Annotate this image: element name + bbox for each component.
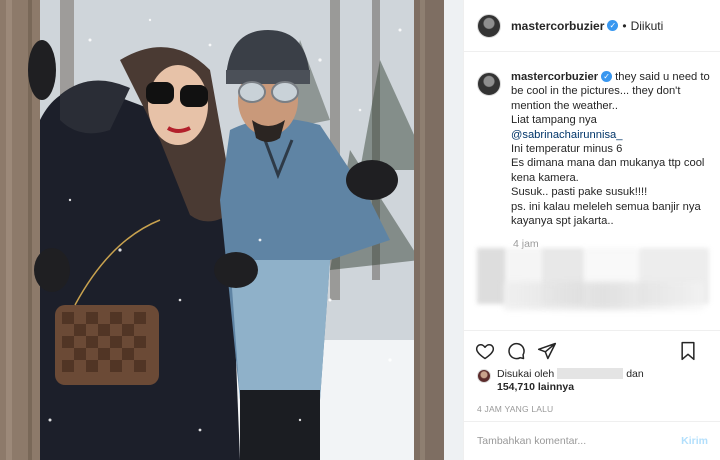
bookmark-icon[interactable] [677,340,699,362]
likes-summary: Disukai oleh dan 154,710 lainnya [477,368,644,394]
comment-input[interactable] [477,435,682,447]
caption-comment: mastercorbuzier ✓ they said u need to be … [477,70,713,228]
likes-and: dan [626,368,644,380]
post-photo[interactable] [0,0,463,460]
caption-author-username[interactable]: mastercorbuzier [511,71,598,83]
share-icon[interactable] [536,340,558,362]
caption-line-5: Es dimana mana dan mukanya ttp cool kena… [511,157,705,184]
likes-text: Disukai oleh dan 154,710 lainnya [497,368,644,394]
post-timestamp[interactable]: 4 JAM YANG LALU [477,404,553,414]
post-details-panel: mastercorbuzier ✓ • Diikuti mastercorbuz… [463,0,720,460]
redacted-comments-2 [504,282,704,310]
photo-illustration [0,0,463,460]
caption-line-7: ps. ini kalau meleleh semua banjir nya k… [511,200,701,228]
author-avatar[interactable] [477,13,501,38]
author-username[interactable]: mastercorbuzier [511,19,604,33]
likes-suffix[interactable]: lainnya [538,381,574,393]
caption-line-6: Susuk.. pasti pake susuk!!!! [511,186,648,199]
caption-line-4: Ini temperatur minus 6 [511,143,623,156]
send-comment-button[interactable]: Kirim [681,435,708,447]
follow-status-button[interactable]: Diikuti [631,19,664,33]
redacted-username [557,368,624,379]
likes-count[interactable]: 154,710 [497,381,535,393]
heart-icon[interactable] [474,340,496,362]
mention-link[interactable]: @sabrinachairunnisa_ [511,128,711,142]
comment-icon[interactable] [505,340,527,362]
caption-text: mastercorbuzier ✓ they said u need to be … [511,70,711,228]
comment-box: Kirim [464,421,720,460]
separator-dot: • [622,18,627,33]
liker-avatar[interactable] [477,369,491,383]
verified-badge-icon: ✓ [607,20,619,31]
caption-line-2: Liat tampang nya [511,114,597,127]
verified-badge-icon: ✓ [601,71,613,82]
action-bar [464,330,720,370]
post-header: mastercorbuzier ✓ • Diikuti [464,0,720,52]
likes-prefix: Disukai oleh [497,368,555,380]
caption-author-avatar[interactable] [477,72,501,96]
